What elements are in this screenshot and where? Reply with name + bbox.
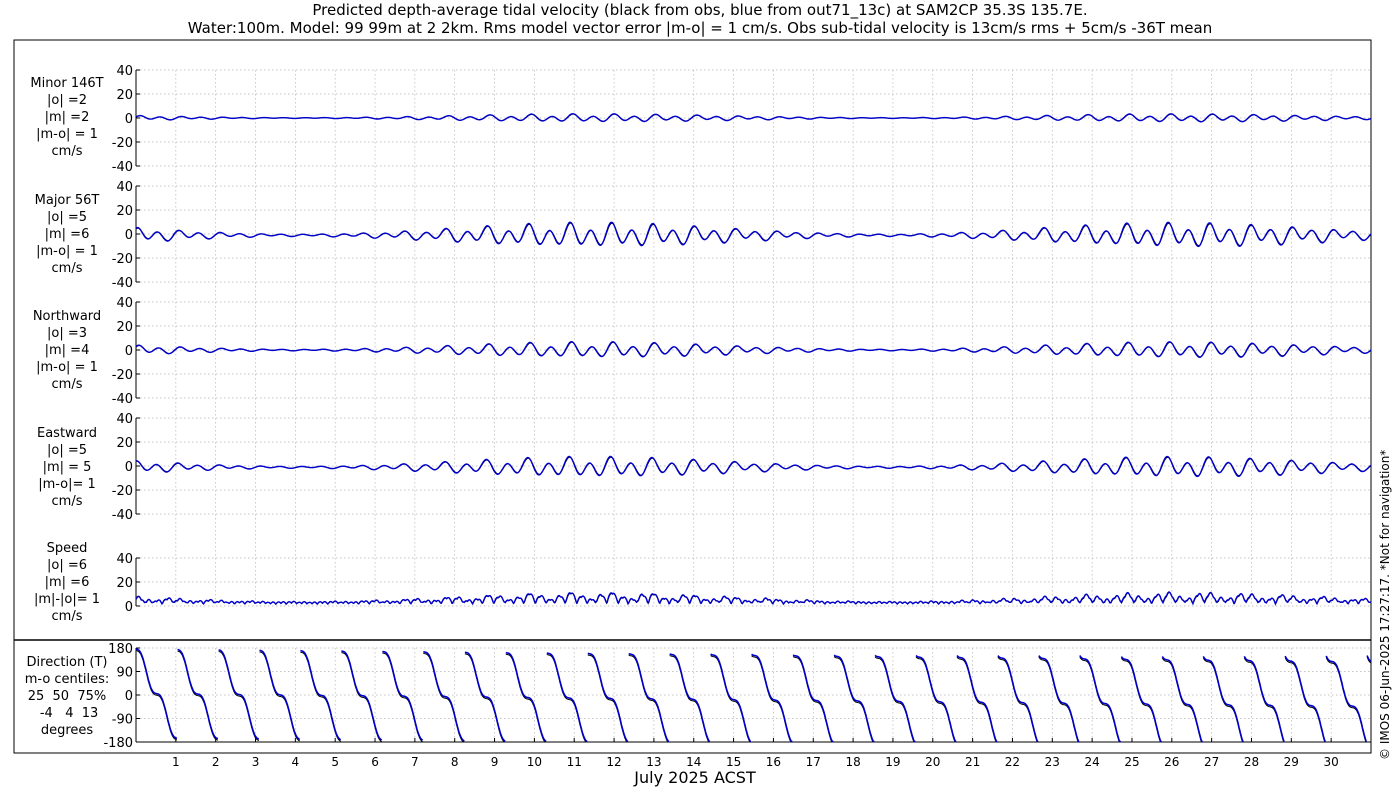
- panel-2-ytick-label: -40: [112, 276, 133, 291]
- panel-4-ytick-label: -40: [112, 508, 133, 523]
- x-tick-label: 25: [1124, 755, 1139, 769]
- copyright-notice: © IMOS 06-Jun-2025 17:27:17. *Not for na…: [1378, 449, 1392, 760]
- x-tick-label: 24: [1084, 755, 1099, 769]
- panel-3-model-series: [135, 340, 1372, 359]
- x-axis-label: July 2025 ACST: [634, 768, 756, 787]
- x-tick-label: 14: [686, 755, 701, 769]
- x-tick-label: 20: [925, 755, 940, 769]
- direction-panel-label: Direction (T) m-o centiles: 25 50 75% -4…: [24, 655, 110, 738]
- x-tick-label: 21: [965, 755, 980, 769]
- x-tick-label: 16: [766, 755, 781, 769]
- figure-frame: [13, 39, 1372, 754]
- x-tick-label: 1: [172, 755, 180, 769]
- x-tick-label: 28: [1244, 755, 1259, 769]
- x-tick-label: 17: [806, 755, 821, 769]
- major-panel-label: Major 56T |o| =5 |m| =6 |m-o| = 1 cm/s: [34, 193, 100, 276]
- x-tick-label: 19: [885, 755, 900, 769]
- axes-layer: -40-2002040-40-2002040-40-2002040-40-200…: [103, 64, 1371, 769]
- x-tick-label: 8: [451, 755, 459, 769]
- x-tick-label: 27: [1204, 755, 1219, 769]
- x-tick-label: 18: [845, 755, 860, 769]
- x-tick-label: 30: [1324, 755, 1339, 769]
- x-tick-label: 10: [527, 755, 542, 769]
- x-tick-label: 15: [726, 755, 741, 769]
- x-tick-label: 29: [1284, 755, 1299, 769]
- x-tick-label: 13: [646, 755, 661, 769]
- northward-panel-label: Northward |o| =3 |m| =4 |m-o| = 1 cm/s: [32, 309, 102, 392]
- x-tick-label: 9: [491, 755, 499, 769]
- x-tick-label: 26: [1164, 755, 1179, 769]
- minor-panel-label: Minor 146T |o| =2 |m| =2 |m-o| = 1 cm/s: [30, 76, 104, 159]
- x-tick-label: 4: [292, 755, 300, 769]
- x-tick-label: 22: [1005, 755, 1020, 769]
- panel-1-model-series: [135, 112, 1372, 123]
- tidal-velocity-figure: -40-2002040-40-2002040-40-2002040-40-200…: [13, 39, 1372, 769]
- speed-panel-label: Speed |o| =6 |m| =6 |m|-|o|= 1 cm/s: [33, 541, 101, 624]
- x-tick-label: 11: [567, 755, 582, 769]
- series-layer: [135, 112, 1372, 743]
- panel-3-ytick-label: -40: [112, 392, 133, 407]
- panel-1-ytick-label: -40: [112, 160, 133, 175]
- panel-4-model-series: [136, 455, 1372, 478]
- x-tick-label: 6: [371, 755, 379, 769]
- eastward-panel-label: Eastward |o| =5 |m| = 5 |m-o|= 1 cm/s: [36, 426, 98, 509]
- x-tick-label: 3: [252, 755, 260, 769]
- grid-layer: [136, 69, 1371, 743]
- x-tick-label: 12: [606, 755, 621, 769]
- x-tick-label: 23: [1045, 755, 1060, 769]
- x-tick-label: 5: [331, 755, 339, 769]
- x-tick-label: 7: [411, 755, 419, 769]
- x-tick-label: 2: [212, 755, 220, 769]
